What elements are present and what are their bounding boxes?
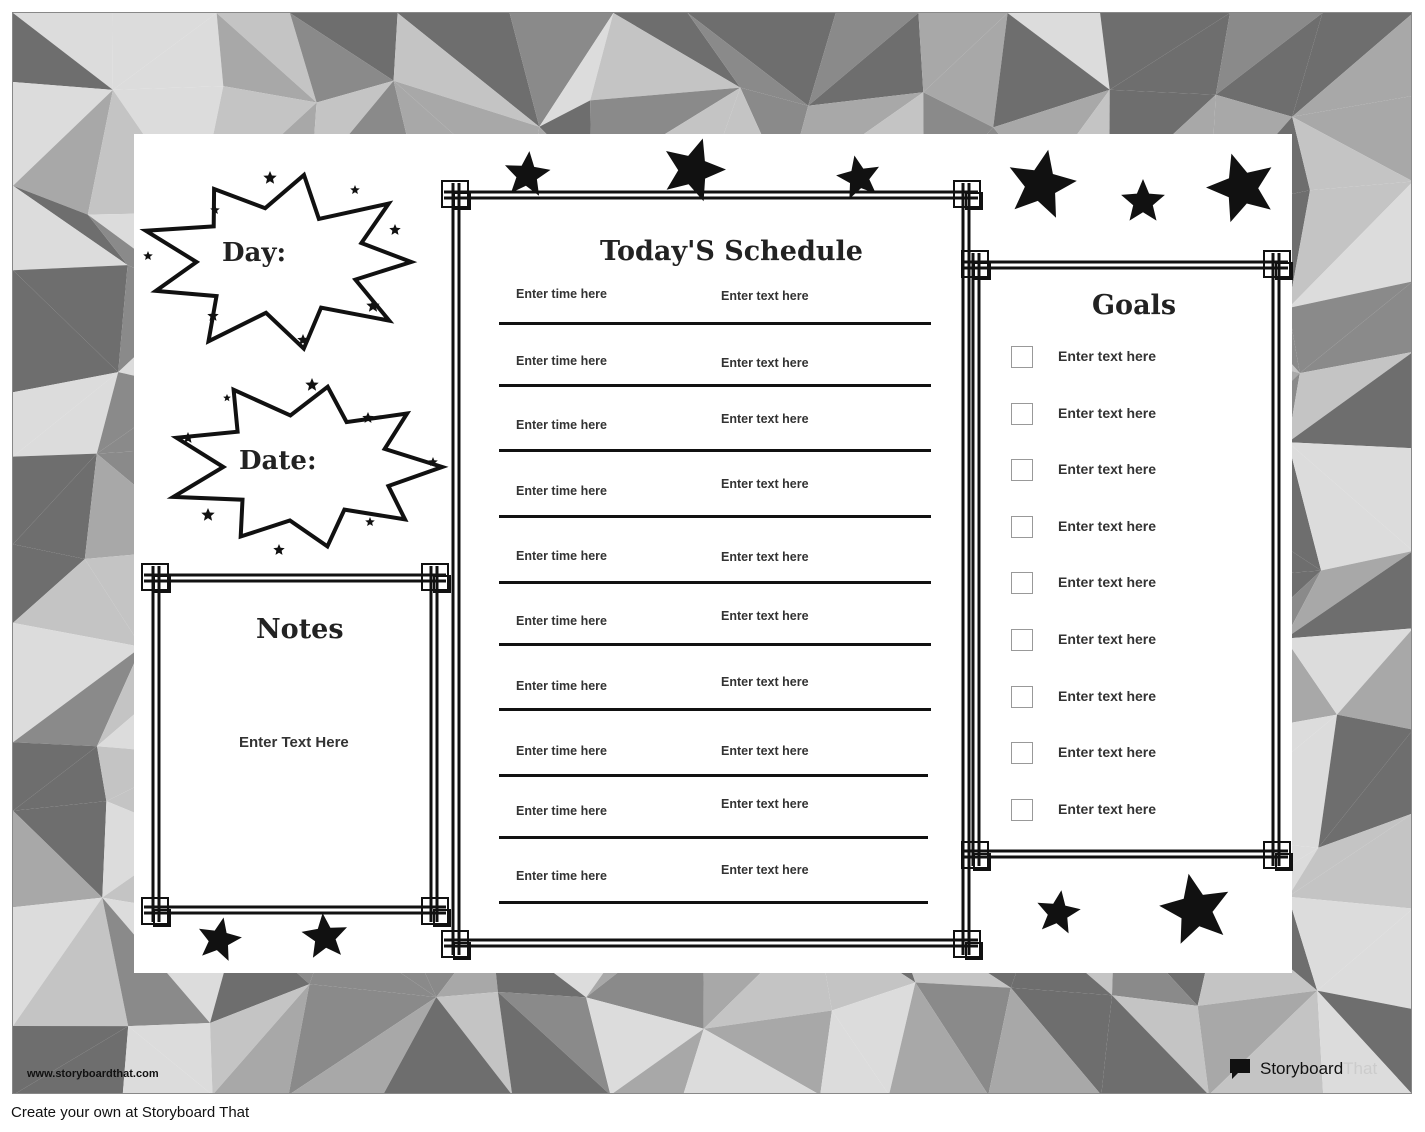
star-icon: [1009, 149, 1077, 218]
schedule-divider: [499, 581, 931, 584]
schedule-text-field[interactable]: Enter text here: [721, 477, 809, 491]
schedule-time-field[interactable]: Enter time here: [516, 484, 607, 498]
star-icon: [223, 394, 231, 402]
website-url[interactable]: www.storyboardthat.com: [27, 1068, 159, 1080]
star-icon: [143, 251, 153, 260]
goal-text-field[interactable]: Enter text here: [1058, 744, 1156, 760]
storyboardthat-logo[interactable]: StoryboardThat: [1228, 1057, 1377, 1081]
schedule-text-field[interactable]: Enter text here: [721, 675, 809, 689]
schedule-time-field[interactable]: Enter time here: [516, 614, 607, 628]
schedule-time-field[interactable]: Enter time here: [516, 287, 607, 301]
star-icon: [350, 185, 360, 194]
goal-text-field[interactable]: Enter text here: [1058, 518, 1156, 534]
decorations: [139, 138, 1293, 961]
schedule-divider: [499, 322, 931, 325]
schedule-text-field[interactable]: Enter text here: [721, 289, 809, 303]
notes-body[interactable]: Enter Text Here: [239, 734, 349, 751]
goal-text-field[interactable]: Enter text here: [1058, 461, 1156, 477]
goal-checkbox[interactable]: [1011, 403, 1033, 425]
schedule-time-field[interactable]: Enter time here: [516, 804, 607, 818]
schedule-time-field[interactable]: Enter time here: [516, 549, 607, 563]
schedule-divider: [499, 774, 928, 777]
speech-bubble-icon: [1230, 1059, 1250, 1079]
schedule-divider: [499, 643, 931, 646]
logo-text-dark: Storyboard: [1260, 1059, 1344, 1078]
goals-frame: [961, 250, 1293, 871]
star-icon: [365, 517, 375, 526]
schedule-text-field[interactable]: Enter text here: [721, 550, 809, 564]
schedule-text-field[interactable]: Enter text here: [721, 609, 809, 623]
star-icon: [1159, 873, 1229, 944]
goal-text-field[interactable]: Enter text here: [1058, 801, 1156, 817]
day-label: Day:: [222, 238, 287, 268]
goal-checkbox[interactable]: [1011, 686, 1033, 708]
schedule-text-field[interactable]: Enter text here: [721, 412, 809, 426]
date-label: Date:: [239, 446, 317, 476]
schedule-time-field[interactable]: Enter time here: [516, 418, 607, 432]
logo-text-light: That: [1343, 1059, 1378, 1078]
schedule-text-field[interactable]: Enter text here: [721, 744, 809, 758]
goal-checkbox[interactable]: [1011, 459, 1033, 481]
schedule-title: Today'S Schedule: [600, 236, 863, 267]
star-icon: [273, 544, 285, 555]
goal-text-field[interactable]: Enter text here: [1058, 688, 1156, 704]
schedule-divider: [499, 449, 931, 452]
goal-text-field[interactable]: Enter text here: [1058, 631, 1156, 647]
schedule-divider: [499, 836, 928, 839]
schedule-divider: [499, 708, 931, 711]
schedule-divider: [499, 384, 931, 387]
schedule-divider: [499, 515, 931, 518]
star-icon: [1037, 890, 1081, 934]
schedule-text-field[interactable]: Enter text here: [721, 356, 809, 370]
goal-checkbox[interactable]: [1011, 516, 1033, 538]
star-icon: [301, 913, 347, 958]
goal-text-field[interactable]: Enter text here: [1058, 348, 1156, 364]
goal-checkbox[interactable]: [1011, 346, 1033, 368]
star-icon: [1206, 153, 1272, 223]
star-icon: [305, 378, 319, 391]
notes-title: Notes: [256, 614, 344, 645]
create-your-own-link[interactable]: Create your own at Storyboard That: [11, 1104, 249, 1121]
goal-checkbox[interactable]: [1011, 799, 1033, 821]
schedule-time-field[interactable]: Enter time here: [516, 869, 607, 883]
star-icon: [263, 171, 277, 184]
star-icon: [505, 151, 551, 196]
star-icon: [1121, 179, 1165, 221]
goal-checkbox[interactable]: [1011, 572, 1033, 594]
schedule-time-field[interactable]: Enter time here: [516, 354, 607, 368]
goal-checkbox[interactable]: [1011, 629, 1033, 651]
goals-title: Goals: [1092, 290, 1177, 321]
goal-checkbox[interactable]: [1011, 742, 1033, 764]
schedule-time-field[interactable]: Enter time here: [516, 679, 607, 693]
schedule-divider: [499, 901, 928, 904]
star-icon: [201, 508, 215, 521]
schedule-text-field[interactable]: Enter text here: [721, 797, 809, 811]
star-icon: [199, 917, 242, 961]
goal-text-field[interactable]: Enter text here: [1058, 574, 1156, 590]
goal-text-field[interactable]: Enter text here: [1058, 405, 1156, 421]
star-icon: [389, 224, 401, 235]
schedule-text-field[interactable]: Enter text here: [721, 863, 809, 877]
schedule-time-field[interactable]: Enter time here: [516, 744, 607, 758]
